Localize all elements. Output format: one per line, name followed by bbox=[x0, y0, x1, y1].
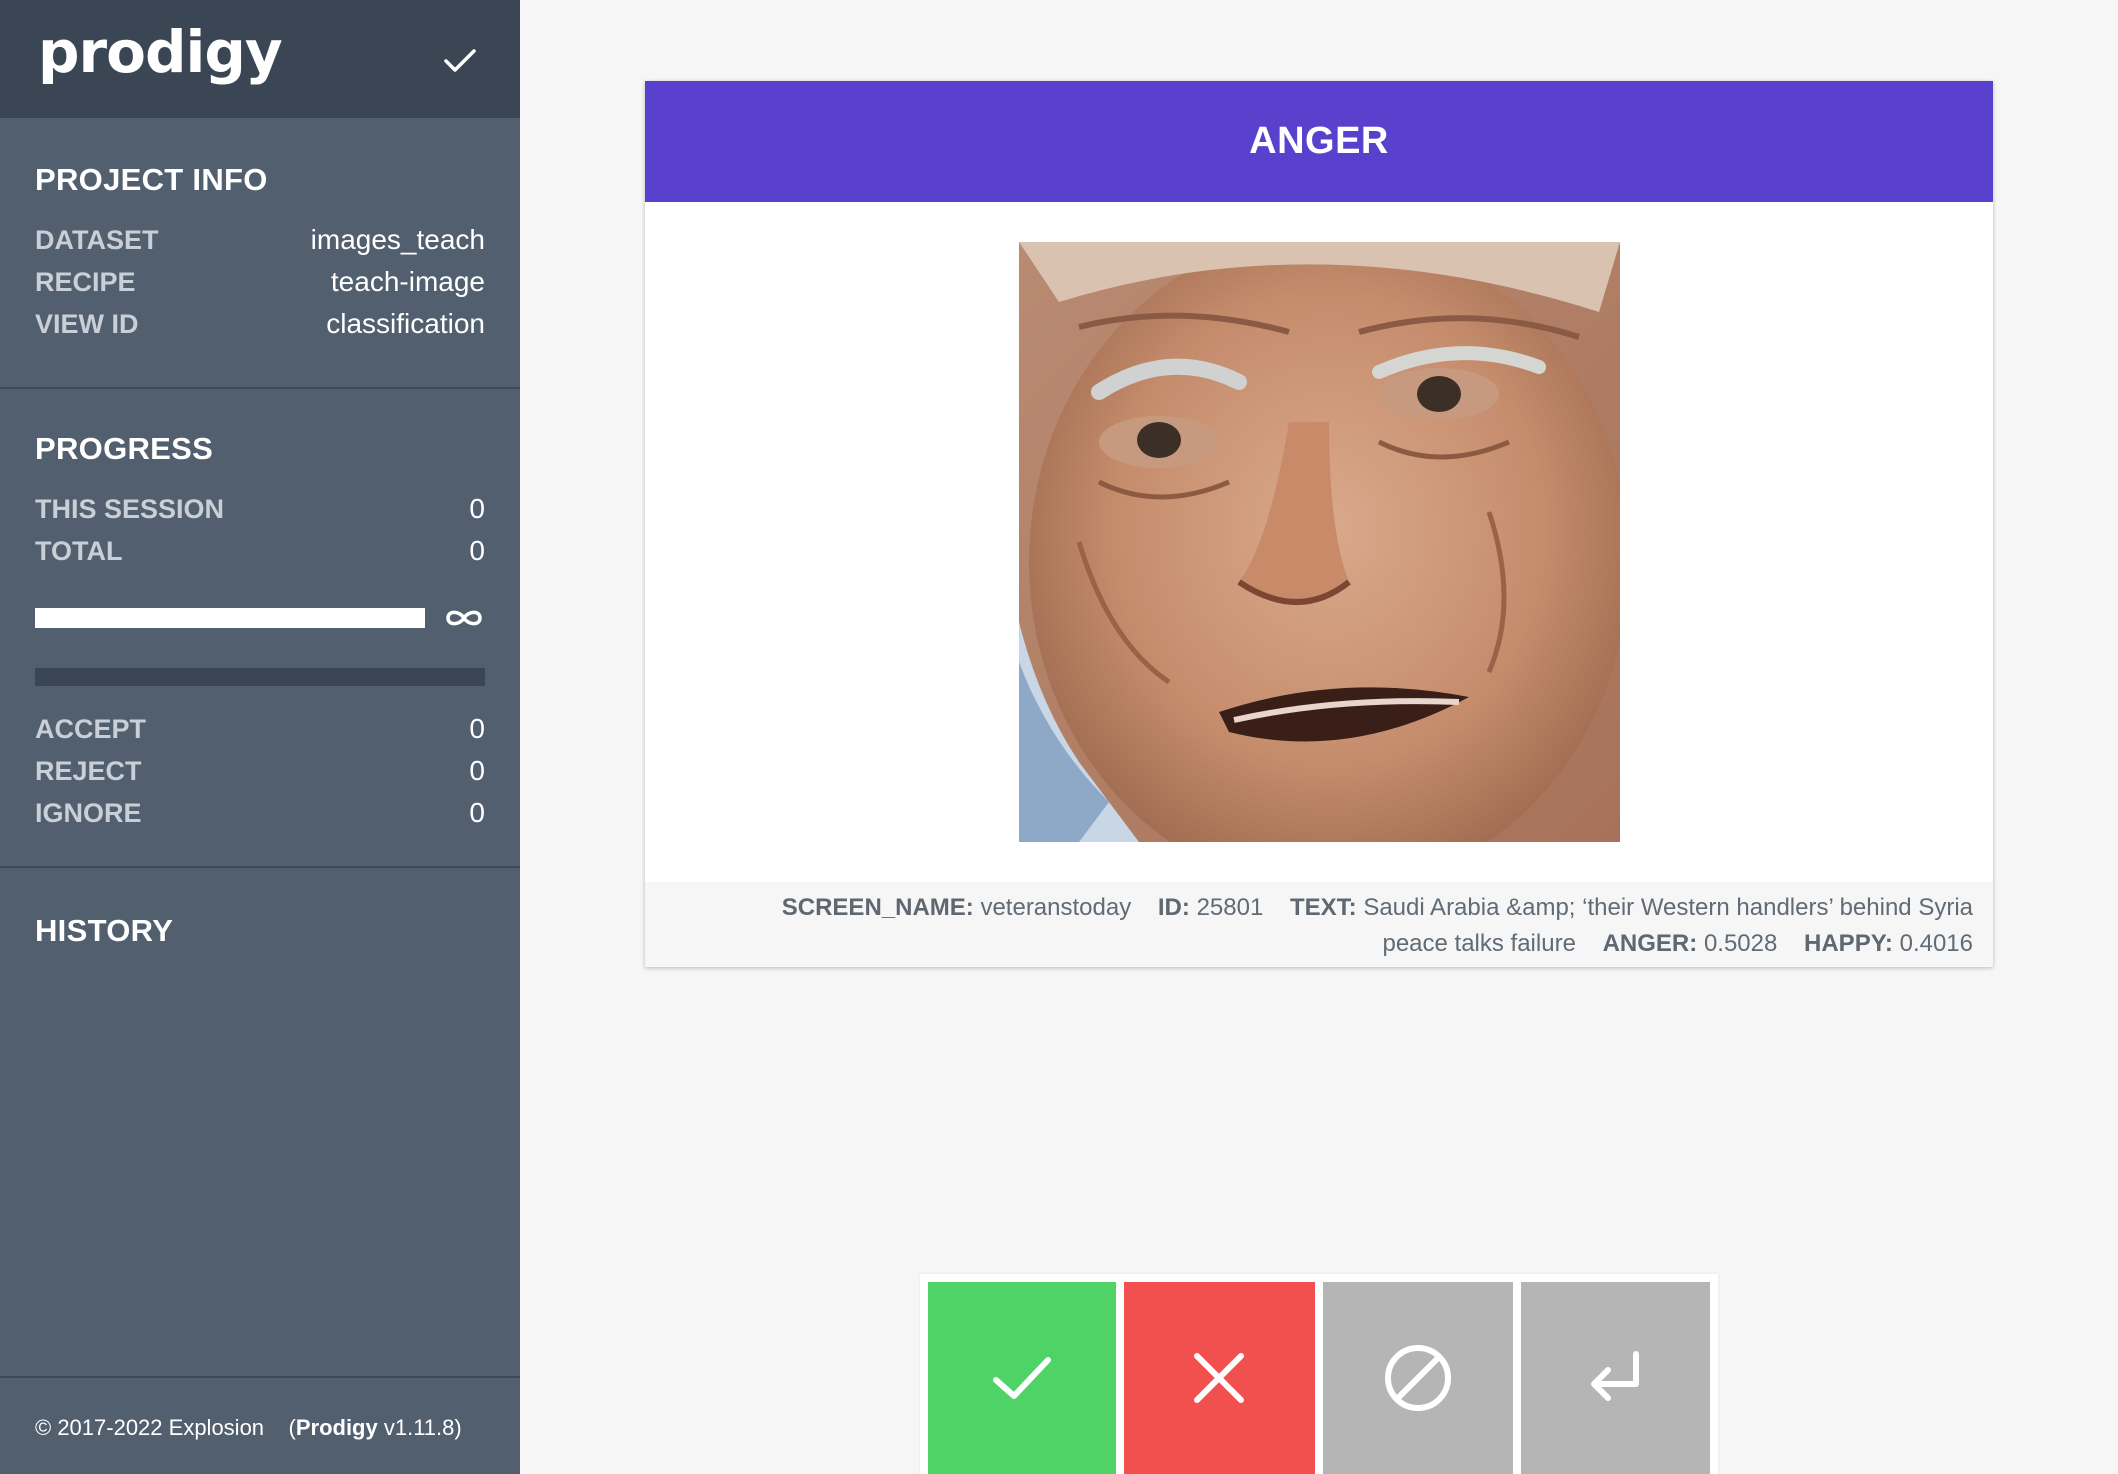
meta-screen-name-key: SCREEN_NAME: bbox=[781, 894, 974, 921]
total-value: 0 bbox=[469, 535, 485, 566]
meta-happy-key: HAPPY: bbox=[1804, 930, 1893, 957]
meta-text-key: TEXT: bbox=[1289, 894, 1357, 921]
reject-button[interactable] bbox=[1123, 1282, 1315, 1474]
progress-bar bbox=[35, 608, 425, 628]
check-icon bbox=[992, 1357, 1051, 1399]
version-text: v1.11.8) bbox=[383, 1415, 462, 1440]
meta-screen-name: SCREEN_NAME: veteranstoday bbox=[782, 894, 1131, 921]
accept-button[interactable] bbox=[928, 1282, 1116, 1474]
history-section: HISTORY bbox=[0, 868, 520, 1379]
accept-count-label: ACCEPT bbox=[35, 713, 147, 744]
this-session-value: 0 bbox=[469, 493, 485, 524]
total-label: TOTAL bbox=[35, 535, 123, 566]
face-image bbox=[1019, 242, 1620, 842]
sidebar: prodigy PROJECT INFO DATASET images_teac… bbox=[0, 0, 520, 1474]
meta-id-value: 25801 bbox=[1196, 894, 1264, 921]
progress-section: PROGRESS THIS SESSION 0 TOTAL 0 ACCEPT 0 bbox=[0, 389, 520, 868]
infinity-icon bbox=[446, 610, 482, 626]
label-header: ANGER bbox=[645, 81, 1993, 202]
project-info-section: PROJECT INFO DATASET images_teach RECIPE… bbox=[0, 118, 520, 389]
history-title: HISTORY bbox=[35, 913, 174, 948]
reject-count-label: REJECT bbox=[35, 755, 142, 786]
accept-count-row: ACCEPT 0 bbox=[35, 708, 485, 750]
sidebar-header: prodigy bbox=[0, 0, 520, 118]
sidebar-footer: © 2017-2022 Explosion (Prodigy v1.11.8) bbox=[0, 1376, 520, 1474]
ignore-button[interactable] bbox=[1322, 1282, 1514, 1474]
meta-happy-value: 0.4016 bbox=[1899, 930, 1973, 957]
ignore-count-row: IGNORE 0 bbox=[35, 792, 485, 834]
meta-anger: ANGER: 0.5028 bbox=[1603, 930, 1778, 957]
reject-count-value: 0 bbox=[469, 755, 485, 786]
total-row: TOTAL 0 bbox=[35, 530, 485, 572]
progress-fill bbox=[35, 608, 425, 628]
product-name[interactable]: Prodigy bbox=[296, 1415, 378, 1440]
meta-screen-name-value: veteranstoday bbox=[980, 894, 1132, 921]
meta-id-key: ID: bbox=[1157, 894, 1190, 921]
ignore-count-label: IGNORE bbox=[35, 797, 142, 828]
annotation-card: ANGER SCREEN_NAME: veteranstoday ID: 258… bbox=[645, 81, 1993, 967]
task-image bbox=[1019, 242, 1620, 842]
ban-icon bbox=[1384, 1345, 1451, 1411]
meta-anger-key: ANGER: bbox=[1602, 930, 1698, 957]
ignore-count-value: 0 bbox=[469, 797, 485, 828]
meta-anger-value: 0.5028 bbox=[1703, 930, 1778, 957]
meta-happy: HAPPY: 0.4016 bbox=[1804, 930, 1973, 957]
dataset-row: DATASET images_teach bbox=[35, 219, 485, 261]
accept-count-value: 0 bbox=[469, 713, 485, 744]
action-buttons bbox=[920, 1274, 1718, 1474]
check-icon[interactable] bbox=[440, 40, 480, 80]
dataset-label: DATASET bbox=[35, 224, 159, 255]
undo-button[interactable] bbox=[1521, 1282, 1710, 1474]
recipe-value: teach-image bbox=[330, 266, 485, 297]
reject-count-row: REJECT 0 bbox=[35, 750, 485, 792]
copyright-text: © 2017-2022 Explosion bbox=[35, 1415, 265, 1440]
undo-icon bbox=[1590, 1351, 1639, 1401]
this-session-row: THIS SESSION 0 bbox=[35, 488, 485, 530]
recipe-row: RECIPE teach-image bbox=[35, 261, 485, 303]
footer-open-paren: ( bbox=[288, 1415, 296, 1440]
dataset-value: images_teach bbox=[310, 224, 485, 255]
prodigy-logo: prodigy bbox=[38, 18, 283, 86]
close-icon bbox=[1194, 1353, 1245, 1403]
project-info-title: PROJECT INFO bbox=[35, 162, 268, 197]
this-session-label: THIS SESSION bbox=[35, 493, 225, 524]
view-id-row: VIEW ID classification bbox=[35, 303, 485, 345]
progress-indicator bbox=[35, 598, 485, 638]
recipe-label: RECIPE bbox=[35, 266, 136, 297]
progress-divider-bar bbox=[35, 668, 485, 686]
meta-id: ID: 25801 bbox=[1158, 894, 1263, 921]
task-meta: SCREEN_NAME: veteranstoday ID: 25801 TEX… bbox=[645, 882, 1993, 967]
view-id-label: VIEW ID bbox=[35, 308, 139, 339]
view-id-value: classification bbox=[326, 308, 485, 339]
progress-title: PROGRESS bbox=[35, 431, 214, 466]
